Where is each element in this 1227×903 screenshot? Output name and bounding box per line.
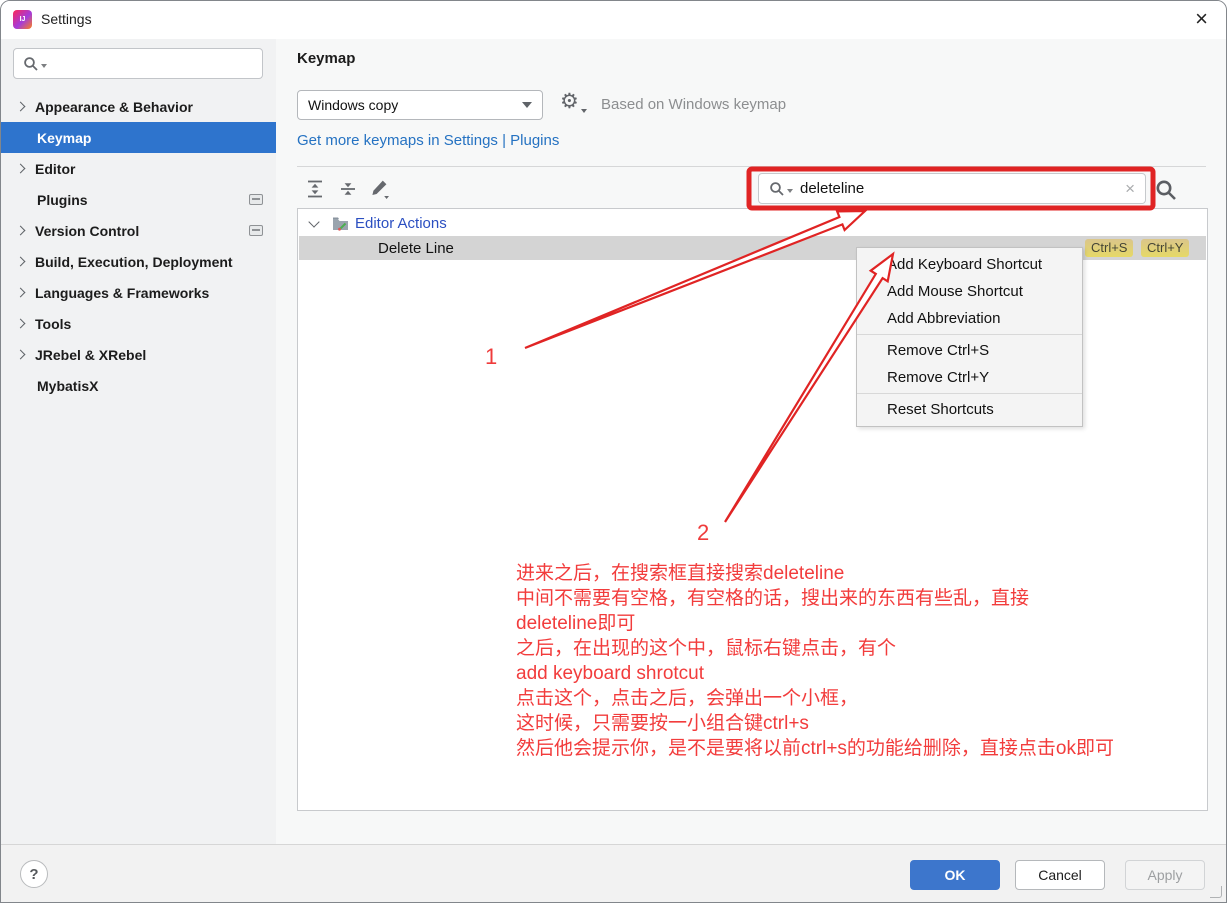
title-bar: IJ Settings ×	[1, 1, 1226, 39]
sidebar-item-label: Version Control	[35, 222, 140, 239]
dialog-footer: ? OK Cancel Apply	[1, 844, 1226, 902]
expand-all-icon[interactable]	[304, 178, 326, 200]
chevron-right-icon	[15, 287, 26, 298]
gear-icon[interactable]: ⚙	[560, 89, 579, 114]
note-line: 之后，在出现的这个中，鼠标右键点击，有个	[516, 638, 897, 659]
find-action-by-shortcut-icon[interactable]	[1154, 178, 1178, 202]
settings-badge-icon	[249, 194, 263, 205]
chevron-down-icon[interactable]	[308, 216, 320, 228]
menu-item-remove-ctrl-y[interactable]: Remove Ctrl+Y	[857, 364, 1082, 391]
note-line: add keyboard shrotcut	[516, 663, 705, 684]
intellij-logo-icon: IJ	[13, 10, 32, 29]
sidebar-item-languages-frameworks[interactable]: Languages & Frameworks	[1, 277, 276, 308]
tree-group-row[interactable]: Editor Actions	[298, 211, 1207, 236]
note-line: deleteline即可	[516, 613, 636, 634]
shortcut-badge: Ctrl+S	[1085, 239, 1134, 257]
menu-item-add-abbreviation[interactable]: Add Abbreviation	[857, 305, 1082, 332]
sidebar-item-appearance-behavior[interactable]: Appearance & Behavior	[1, 91, 276, 122]
chevron-right-icon	[15, 318, 26, 329]
shortcut-badge: Ctrl+Y	[1141, 239, 1190, 257]
keymap-settings-pane: Keymap Windows copy ⚙ Based on Windows k…	[276, 39, 1226, 846]
menu-item-remove-ctrl-s[interactable]: Remove Ctrl+S	[857, 337, 1082, 364]
help-button[interactable]: ?	[20, 860, 48, 888]
search-options-caret-icon	[787, 188, 793, 193]
based-on-text: Based on Windows keymap	[601, 96, 787, 113]
ok-button[interactable]: OK	[910, 860, 1000, 890]
settings-dialog: IJ Settings × Appearance & Behavior Keym…	[0, 0, 1227, 903]
note-line: 点击这个，点击之后，会弹出一个小框，	[516, 688, 859, 709]
settings-search-input[interactable]	[13, 48, 263, 79]
sidebar-item-keymap[interactable]: Keymap	[1, 122, 276, 153]
menu-separator	[857, 393, 1082, 394]
menu-item-reset-shortcuts[interactable]: Reset Shortcuts	[857, 396, 1082, 423]
sidebar-item-editor[interactable]: Editor	[1, 153, 276, 184]
menu-item-add-keyboard-shortcut[interactable]: Add Keyboard Shortcut	[857, 251, 1082, 278]
sidebar-item-plugins[interactable]: Plugins	[1, 184, 276, 215]
chevron-right-icon	[15, 163, 26, 174]
gear-caret-icon	[581, 109, 587, 113]
sidebar-item-label: Build, Execution, Deployment	[35, 253, 233, 270]
note-line: 然后他会提示你，是不是要将以前ctrl+s的功能给删除，直接点击ok即可	[516, 738, 1114, 759]
menu-separator	[857, 334, 1082, 335]
collapse-all-icon[interactable]	[337, 178, 359, 200]
sidebar-item-label: JRebel & XRebel	[35, 346, 147, 363]
sidebar-item-jrebel-xrebel[interactable]: JRebel & XRebel	[1, 339, 276, 370]
sidebar-item-build-execution-deployment[interactable]: Build, Execution, Deployment	[1, 246, 276, 277]
note-line: 这时候，只需要按一小组合键ctrl+s	[516, 713, 809, 734]
window-title: Settings	[41, 11, 92, 27]
cancel-button[interactable]: Cancel	[1015, 860, 1105, 890]
clear-search-icon[interactable]: ×	[1125, 179, 1135, 199]
sidebar-item-label: Appearance & Behavior	[35, 98, 193, 115]
close-icon[interactable]: ×	[1195, 6, 1208, 32]
sidebar-item-version-control[interactable]: Version Control	[1, 215, 276, 246]
resize-grip[interactable]	[1210, 886, 1222, 898]
header-separator	[297, 166, 1206, 167]
chevron-right-icon	[15, 256, 26, 267]
search-options-caret-icon	[41, 63, 47, 68]
keymap-select[interactable]: Windows copy	[297, 90, 543, 120]
sidebar-item-tools[interactable]: Tools	[1, 308, 276, 339]
chevron-right-icon	[15, 101, 26, 112]
get-more-keymaps-link[interactable]: Get more keymaps in Settings | Plugins	[297, 132, 559, 149]
chevron-right-icon	[15, 349, 26, 360]
menu-item-add-mouse-shortcut[interactable]: Add Mouse Shortcut	[857, 278, 1082, 305]
sidebar-item-label: MybatisX	[37, 377, 99, 394]
sidebar-item-label: Editor	[35, 160, 76, 177]
chevron-right-icon	[15, 225, 26, 236]
tree-group-label: Editor Actions	[355, 215, 447, 232]
context-menu: Add Keyboard Shortcut Add Mouse Shortcut…	[856, 247, 1083, 427]
search-icon	[770, 181, 784, 196]
note-line: 中间不需要有空格，有空格的话，搜出来的东西有些乱，直接	[516, 588, 1030, 609]
settings-sidebar: Appearance & Behavior Keymap Editor Plug…	[1, 39, 276, 846]
annotation-notes: 进来之后，在搜索框直接搜索deleteline 中间不需要有空格，有空格的话，搜…	[516, 561, 1114, 761]
note-line: 进来之后，在搜索框直接搜索deleteline	[516, 563, 845, 584]
sidebar-item-label: Plugins	[37, 191, 88, 208]
action-search-value: deleteline	[800, 180, 865, 197]
edit-pencil-icon[interactable]	[369, 178, 391, 200]
sidebar-item-label: Languages & Frameworks	[35, 284, 210, 301]
settings-badge-icon	[249, 225, 263, 236]
sidebar-item-label: Tools	[35, 315, 72, 332]
keymap-select-value: Windows copy	[308, 97, 399, 113]
search-icon	[24, 56, 38, 71]
action-name: Delete Line	[378, 239, 454, 257]
chevron-down-icon	[522, 102, 532, 108]
action-search-input[interactable]: deleteline ×	[758, 173, 1146, 204]
sidebar-item-mybatisx[interactable]: MybatisX	[1, 370, 276, 401]
sidebar-item-label: Keymap	[37, 129, 92, 146]
page-title: Keymap	[297, 50, 356, 67]
apply-button[interactable]: Apply	[1125, 860, 1205, 890]
editor-actions-folder-icon	[333, 217, 348, 231]
